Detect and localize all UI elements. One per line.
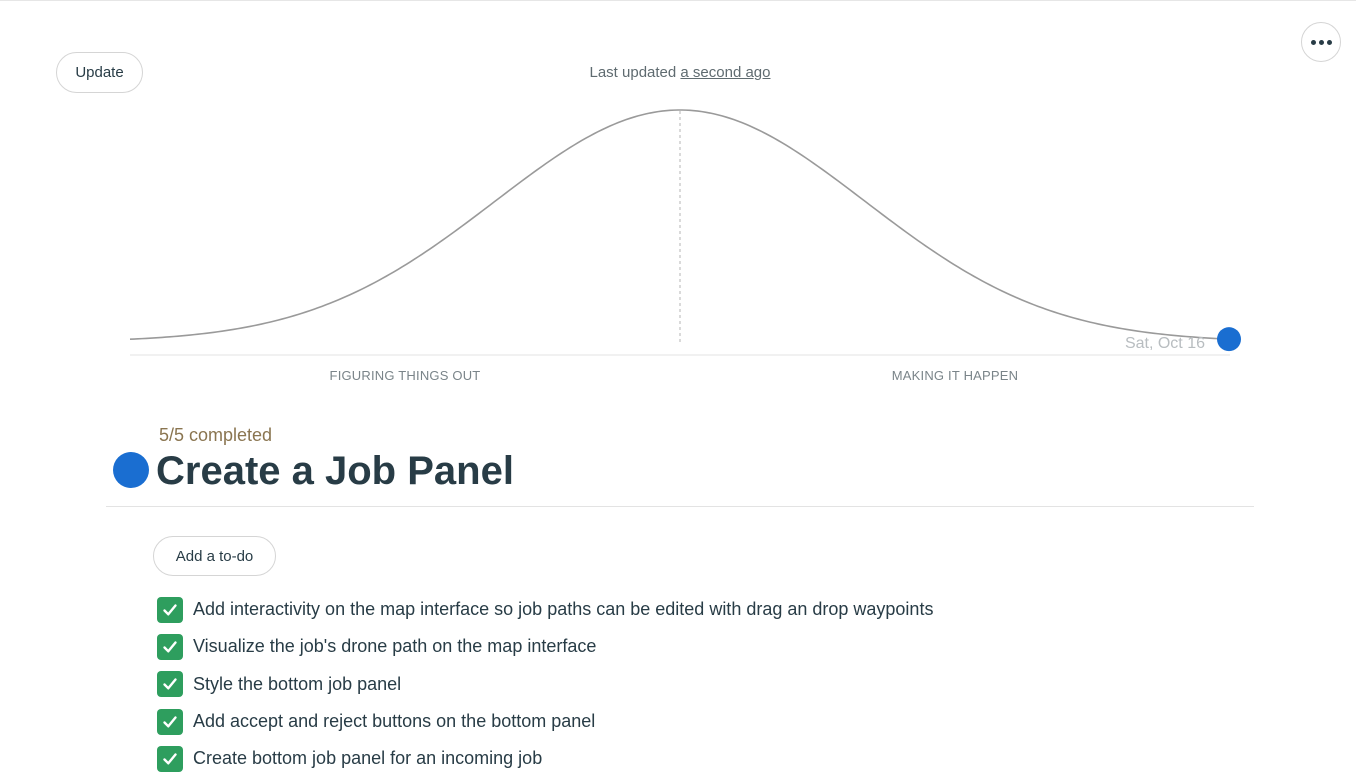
page: Update Last updated a second ago FIGURIN… — [0, 0, 1356, 784]
todo-label[interactable]: Visualize the job's drone path on the ma… — [193, 636, 596, 657]
todo-item: Visualize the job's drone path on the ma… — [157, 628, 933, 665]
checkbox-checked-icon[interactable] — [157, 745, 183, 772]
checkbox-checked-icon[interactable] — [157, 708, 183, 735]
todo-list: Add interactivity on the map interface s… — [157, 591, 933, 777]
divider — [106, 506, 1254, 507]
completed-count: 5/5 completed — [159, 425, 273, 445]
hill-marker[interactable] — [1217, 327, 1241, 352]
right-phase-label: MAKING IT HAPPEN — [892, 368, 1018, 383]
scope-color-dot[interactable] — [113, 452, 149, 488]
todo-item: Style the bottom job panel — [157, 666, 933, 703]
checkbox-checked-icon[interactable] — [157, 633, 183, 660]
left-phase-label: FIGURING THINGS OUT — [330, 368, 481, 383]
checkbox-checked-icon[interactable] — [157, 671, 183, 698]
todo-label[interactable]: Style the bottom job panel — [193, 674, 401, 695]
todo-item: Create bottom job panel for an incoming … — [157, 740, 933, 777]
add-todo-button[interactable]: Add a to-do — [153, 536, 276, 576]
todo-item: Add accept and reject buttons on the bot… — [157, 703, 933, 740]
todo-item: Add interactivity on the map interface s… — [157, 591, 933, 628]
todo-label[interactable]: Create bottom job panel for an incoming … — [193, 748, 542, 769]
scope-title: Create a Job Panel — [156, 449, 514, 493]
todo-label[interactable]: Add accept and reject buttons on the bot… — [193, 711, 595, 732]
todo-label[interactable]: Add interactivity on the map interface s… — [193, 599, 933, 620]
hill-chart: FIGURING THINGS OUT MAKING IT HAPPEN Sat… — [129, 109, 1241, 383]
marker-date-label: Sat, Oct 16 — [1125, 335, 1205, 352]
checkbox-checked-icon[interactable] — [157, 596, 183, 623]
